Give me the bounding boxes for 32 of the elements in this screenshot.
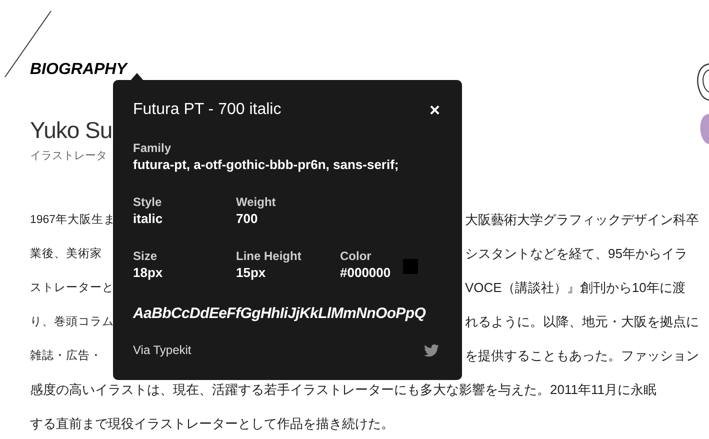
field-value: 18px <box>133 264 163 282</box>
paragraph-line: 感度の高いイラストは、現在、活躍する若手イラストレーターにも多大な影響を与えた。2011年11月に永眠 <box>30 381 658 399</box>
field-value: futura-pt, a-otf-gothic-bbb-pr6n, sans-serif; <box>133 156 399 174</box>
field-value: italic <box>133 210 163 228</box>
field-label: Color <box>340 248 372 264</box>
paragraph-line: する直前まで現役イラストレーターとして作品を描き続けた。 <box>30 415 395 433</box>
source-text: Via Typekit <box>133 342 192 358</box>
paragraph-line: り、巻頭コラム <box>30 314 113 330</box>
field-value: #000000 <box>340 264 391 282</box>
popup-title: Futura PT - 700 italic <box>133 100 282 120</box>
paragraph-line: シスタントなどを経て、95年からイラ <box>465 245 688 263</box>
person-name: Yuko Su <box>30 116 112 144</box>
field-value: 700 <box>236 210 258 228</box>
field-value: 15px <box>236 264 266 282</box>
paragraph-line: を提供することもあった。ファッション <box>465 347 699 365</box>
paragraph-line: 業後、美術家 <box>30 246 103 262</box>
paragraph-line: ストレーターと <box>30 281 113 296</box>
field-label: Size <box>133 248 158 264</box>
field-label: Family <box>133 140 172 156</box>
paragraph-line: れるように。以降、地元・大阪を拠点に <box>465 313 699 331</box>
field-label: Line Height <box>236 248 302 264</box>
role-text: イラストレータ <box>30 149 107 164</box>
paragraph-line: 1967年大阪生ま <box>30 212 113 228</box>
field-label: Weight <box>236 194 276 210</box>
field-label: Style <box>133 194 163 210</box>
twitter-bird-icon[interactable] <box>424 342 439 358</box>
section-heading: BIOGRAPHY <box>30 60 127 80</box>
paragraph-line: 雑誌・広告・ <box>30 348 103 364</box>
font-specimen: AaBbCcDdEeFfGgHhIiJjKkLlMmNnOoPpQ <box>133 304 427 324</box>
paragraph-line: 大阪藝術大学グラフィックデザイン科卒 <box>465 211 699 229</box>
paragraph-line: VOCE（講談社）』創刊から10年に渡 <box>465 279 686 297</box>
close-button[interactable]: × <box>429 101 440 119</box>
